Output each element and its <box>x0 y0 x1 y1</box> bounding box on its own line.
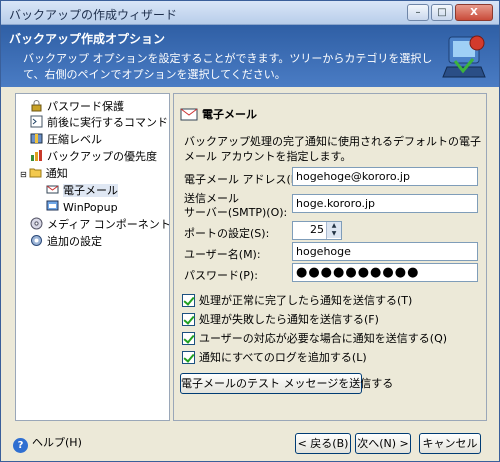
priority-icon <box>31 150 42 161</box>
checkbox-box[interactable] <box>182 294 195 307</box>
port-stepper[interactable]: 25 ▲ ▼ <box>292 221 342 240</box>
arrow-down-icon[interactable]: ▼ <box>327 230 341 238</box>
panel-description: バックアップ処理の完了通知に使用されるデフォルトの電子メール アカウントを指定し… <box>184 135 481 163</box>
password-field[interactable]: ●●●●●●●●●● <box>292 263 478 282</box>
wizard-window: バックアップの作成ウィザード – □ X バックアップ作成オプション バックアッ… <box>0 0 500 462</box>
tree-item-media[interactable]: メディア コンポーネント <box>30 216 171 233</box>
email-icon <box>180 108 198 121</box>
help-icon: ? <box>13 438 28 453</box>
smtp-server-field[interactable]: hoge.kororo.jp <box>292 194 478 213</box>
checkbox-box[interactable] <box>182 332 195 345</box>
next-button[interactable]: 次へ(N) > <box>355 433 411 454</box>
close-button[interactable]: X <box>455 4 493 21</box>
options-tree[interactable]: パスワード保護 前後に実行するコマンド 圧縮レベル バックアップの優先度 ⊟ 通知… <box>15 93 171 421</box>
header-description: バックアップ オプションを設定することができます。ツリーからカテゴリを選択して、… <box>23 52 433 81</box>
checkbox-notify-success[interactable]: 処理が正常に完了したら通知を送信する(T) <box>182 293 412 309</box>
help-link[interactable]: ? ヘルプ(H) <box>13 434 82 453</box>
username-label: ユーザー名(M): <box>184 248 261 261</box>
port-stepper-arrows[interactable]: ▲ ▼ <box>326 222 341 239</box>
folder-icon <box>29 168 42 178</box>
checkbox-box[interactable] <box>182 313 195 326</box>
send-test-email-button[interactable]: 電子メールのテスト メッセージを送信する <box>180 373 393 394</box>
arrow-up-icon[interactable]: ▲ <box>327 222 341 230</box>
tree-item-notification[interactable]: ⊟ 通知 <box>20 165 68 182</box>
backup-logo-icon <box>442 35 486 78</box>
collapse-icon[interactable]: ⊟ <box>20 170 27 179</box>
options-panel: 電子メール バックアップ処理の完了通知に使用されるデフォルトの電子メール アカウ… <box>173 93 487 421</box>
tree-item-winpopup[interactable]: WinPopup <box>46 199 118 216</box>
checkbox-notify-failure[interactable]: 処理が失敗したら通知を送信する(F) <box>182 312 379 328</box>
email-icon <box>46 185 59 194</box>
checkbox-notify-user-action[interactable]: ユーザーの対応が必要な場合に通知を送信する(Q) <box>182 331 447 347</box>
minimize-button[interactable]: – <box>407 4 429 21</box>
password-label: パスワード(P): <box>184 269 258 282</box>
checkbox-box[interactable] <box>182 351 195 364</box>
cancel-button[interactable]: キャンセル <box>419 433 481 454</box>
title-bar[interactable]: バックアップの作成ウィザード – □ X <box>1 1 499 25</box>
media-icon <box>30 217 43 230</box>
window-title: バックアップの作成ウィザード <box>9 8 178 22</box>
port-label: ポートの設定(S): <box>184 227 270 240</box>
settings-icon <box>31 235 42 246</box>
tree-item-commands[interactable]: 前後に実行するコマンド <box>30 114 168 131</box>
checkbox-add-log[interactable]: 通知にすべてのログを追加する(L) <box>182 350 367 366</box>
port-value: 25 <box>310 223 324 236</box>
tree-item-priority[interactable]: バックアップの優先度 <box>30 148 157 165</box>
username-field[interactable]: hogehoge <box>292 242 478 261</box>
tree-item-email[interactable]: 電子メール <box>46 182 118 199</box>
window-controls: – □ X <box>407 4 493 21</box>
tree-item-additional[interactable]: 追加の設定 <box>30 233 102 250</box>
maximize-button[interactable]: □ <box>431 4 453 21</box>
smtp-label-line2: サーバー(SMTP)(O): <box>184 206 288 219</box>
tree-item-password[interactable]: パスワード保護 <box>30 98 124 115</box>
tree-item-compression[interactable]: 圧縮レベル <box>30 131 102 148</box>
wizard-header: バックアップ作成オプション バックアップ オプションを設定することができます。ツ… <box>1 25 499 87</box>
header-title: バックアップ作成オプション <box>9 32 166 46</box>
popup-icon <box>46 200 59 211</box>
back-button[interactable]: < 戻る(B) <box>295 433 351 454</box>
compress-icon <box>30 133 43 144</box>
lock-icon <box>31 100 42 112</box>
email-address-label: 電子メール アドレス(E): <box>184 173 306 186</box>
email-address-field[interactable]: hogehoge@kororo.jp <box>292 167 478 186</box>
panel-heading: 電子メール <box>180 106 257 122</box>
command-icon <box>30 115 43 128</box>
